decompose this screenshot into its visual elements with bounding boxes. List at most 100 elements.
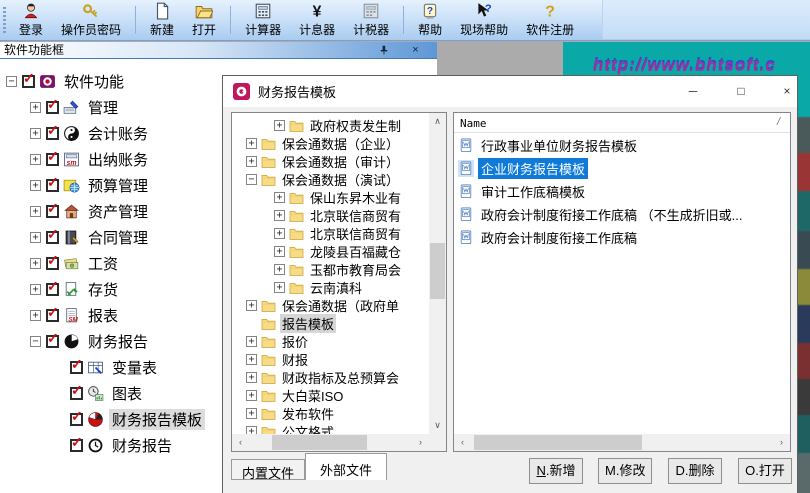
folder-tree-item[interactable]: +财报 [232, 350, 429, 368]
folder-tree-item[interactable]: +保会通数据（企业） [232, 134, 429, 152]
expand-icon[interactable]: + [274, 228, 285, 239]
expand-icon[interactable]: + [30, 258, 41, 269]
sidebar-tree-item-label[interactable]: 资产管理 [85, 201, 151, 222]
new-button[interactable]: N.新增 [529, 458, 583, 484]
folder-tree-item[interactable]: +发布软件 [232, 404, 429, 422]
folder-tree-item-label[interactable]: 保会通数据（审计） [280, 152, 401, 171]
folder-tree-item-label[interactable]: 公文格式 [280, 422, 336, 435]
toolbar-grip-handle[interactable] [3, 7, 6, 33]
collapse-icon[interactable]: − [6, 76, 17, 87]
scrollbar-thumb[interactable] [272, 435, 367, 450]
folder-tree-item[interactable]: + 北京联信商贸有 [232, 224, 429, 242]
toolbar-button-user[interactable]: 登录 [10, 0, 52, 40]
checkbox[interactable]: ✓ [70, 361, 83, 374]
checkbox[interactable]: ✓ [70, 439, 83, 452]
close-icon[interactable]: × [408, 43, 423, 58]
checkbox[interactable]: ✓ [70, 413, 83, 426]
folder-tree-item-label[interactable]: 云南滇科 [308, 278, 364, 297]
toolbar-button-register[interactable]: ?软件注册 [517, 0, 583, 40]
expand-icon[interactable]: + [274, 246, 285, 257]
checkbox[interactable]: ✓ [46, 179, 59, 192]
expand-icon[interactable]: + [246, 426, 257, 435]
toolbar-button-calculator[interactable]: 计算器 [236, 0, 290, 40]
scroll-left-icon[interactable]: ‹ [454, 434, 471, 451]
scroll-right-icon[interactable]: › [412, 434, 429, 451]
folder-tree-item-label[interactable]: 保会通数据（企业） [280, 134, 401, 153]
folder-tree-item-label[interactable]: 北京联信商贸有 [308, 206, 403, 225]
expand-icon[interactable]: + [274, 120, 285, 131]
sidebar-tree-item-label[interactable]: 预算管理 [85, 175, 151, 196]
checkbox[interactable]: ✓ [70, 387, 83, 400]
folder-tree-item[interactable]: + 北京联信商贸有 [232, 206, 429, 224]
template-list-item[interactable]: 审计工作底稿模板 [454, 180, 790, 203]
folder-tree-item[interactable]: + 保山东昇木业有 [232, 188, 429, 206]
expand-icon[interactable]: + [30, 102, 41, 113]
horizontal-scrollbar[interactable]: ‹ › [232, 434, 429, 451]
expand-icon[interactable]: + [30, 284, 41, 295]
folder-tree-item-label[interactable]: 保会通数据（政府单 [280, 296, 401, 315]
folder-tree-item-label[interactable]: 财报 [280, 350, 310, 369]
folder-tree-item-label[interactable]: 财政指标及总预算会 [280, 368, 401, 387]
maximize-icon[interactable]: □ [724, 76, 758, 106]
checkbox[interactable]: ✓ [46, 257, 59, 270]
template-list-item[interactable]: 政府会计制度衔接工作底稿 [454, 226, 790, 249]
sidebar-tree-item-label[interactable]: 会计账务 [85, 123, 151, 144]
checkbox[interactable]: ✓ [46, 153, 59, 166]
scroll-left-icon[interactable]: ‹ [232, 434, 249, 451]
sidebar-tree-item-label[interactable]: 财务报告 [109, 435, 175, 456]
toolbar-button-open-folder[interactable]: 打开 [183, 0, 225, 40]
sidebar-tree-item-label[interactable]: 财务报告 [85, 331, 151, 352]
folder-tree-item[interactable]: + 公文格式 [232, 422, 429, 434]
folder-tree-item-label[interactable]: 政府权责发生制 [308, 116, 403, 135]
checkbox[interactable]: ✓ [22, 75, 35, 88]
folder-tree-item[interactable]: +报告模板 [232, 314, 429, 332]
toolbar-button-live-help[interactable]: ?现场帮助 [451, 0, 517, 40]
tab-builtin-files[interactable]: 内置文件 [231, 459, 305, 480]
scrollbar-thumb[interactable] [474, 435, 642, 450]
folder-tree-item-label[interactable]: 北京联信商贸有 [308, 224, 403, 243]
expand-icon[interactable]: + [274, 210, 285, 221]
sidebar-tree-item-label[interactable]: 管理 [85, 97, 121, 118]
expand-icon[interactable]: + [274, 282, 285, 293]
vertical-scrollbar[interactable]: ∧ ∨ [429, 113, 446, 434]
folder-tree-item-label[interactable]: 玉都市教育局会 [308, 260, 403, 279]
checkbox[interactable]: ✓ [46, 283, 59, 296]
scroll-up-icon[interactable]: ∧ [429, 113, 446, 130]
horizontal-scrollbar[interactable]: ‹ › [454, 434, 790, 451]
template-list-item-label[interactable]: 审计工作底稿模板 [478, 181, 588, 202]
minimize-icon[interactable]: ─ [676, 76, 710, 106]
expand-icon[interactable]: + [246, 408, 257, 419]
expand-icon[interactable]: + [30, 206, 41, 217]
checkbox[interactable]: ✓ [46, 335, 59, 348]
folder-tree-item[interactable]: + 云南滇科 [232, 278, 429, 296]
expand-icon[interactable]: + [246, 336, 257, 347]
checkbox[interactable]: ✓ [46, 309, 59, 322]
modify-button[interactable]: M.修改 [598, 458, 652, 484]
folder-tree-item[interactable]: +大白菜ISO [232, 386, 429, 404]
sidebar-tree-item-label[interactable]: 工资 [85, 253, 121, 274]
expand-icon[interactable]: + [274, 192, 285, 203]
sidebar-tree-item-label[interactable]: 合同管理 [85, 227, 151, 248]
sidebar-tree-item-label[interactable]: 报表 [85, 305, 121, 326]
collapse-icon[interactable]: − [30, 336, 41, 347]
expand-icon[interactable]: + [246, 300, 257, 311]
expand-icon[interactable]: + [30, 180, 41, 191]
folder-tree-item[interactable]: + 保会通数据（审计） [232, 152, 429, 170]
folder-tree-item[interactable]: +龙陵县百福藏仓 [232, 242, 429, 260]
checkbox[interactable]: ✓ [46, 231, 59, 244]
open-button[interactable]: O.打开 [738, 458, 792, 484]
toolbar-button-new-doc[interactable]: 新建 [141, 0, 183, 40]
toolbar-button-interest[interactable]: ¥计息器 [290, 0, 344, 40]
folder-tree-item-label[interactable]: 保山东昇木业有 [308, 188, 403, 207]
template-list-item[interactable]: 企业财务报告模板 [454, 157, 790, 180]
folder-tree-item-label[interactable]: 保会通数据（演试） [280, 170, 401, 189]
sidebar-tree-item-label[interactable]: 存货 [85, 279, 121, 300]
expand-icon[interactable]: + [246, 156, 257, 167]
toolbar-button-tax[interactable]: 计税器 [344, 0, 398, 40]
expand-icon[interactable]: + [246, 390, 257, 401]
folder-tree-item-label[interactable]: 报价 [280, 332, 310, 351]
folder-tree-item[interactable]: + 政府权责发生制 [232, 116, 429, 134]
template-list-item-label[interactable]: 政府会计制度衔接工作底稿 （不生成折旧或... [478, 204, 745, 225]
sidebar-tree-item-label[interactable]: 变量表 [109, 357, 160, 378]
scroll-right-icon[interactable]: › [773, 434, 790, 451]
